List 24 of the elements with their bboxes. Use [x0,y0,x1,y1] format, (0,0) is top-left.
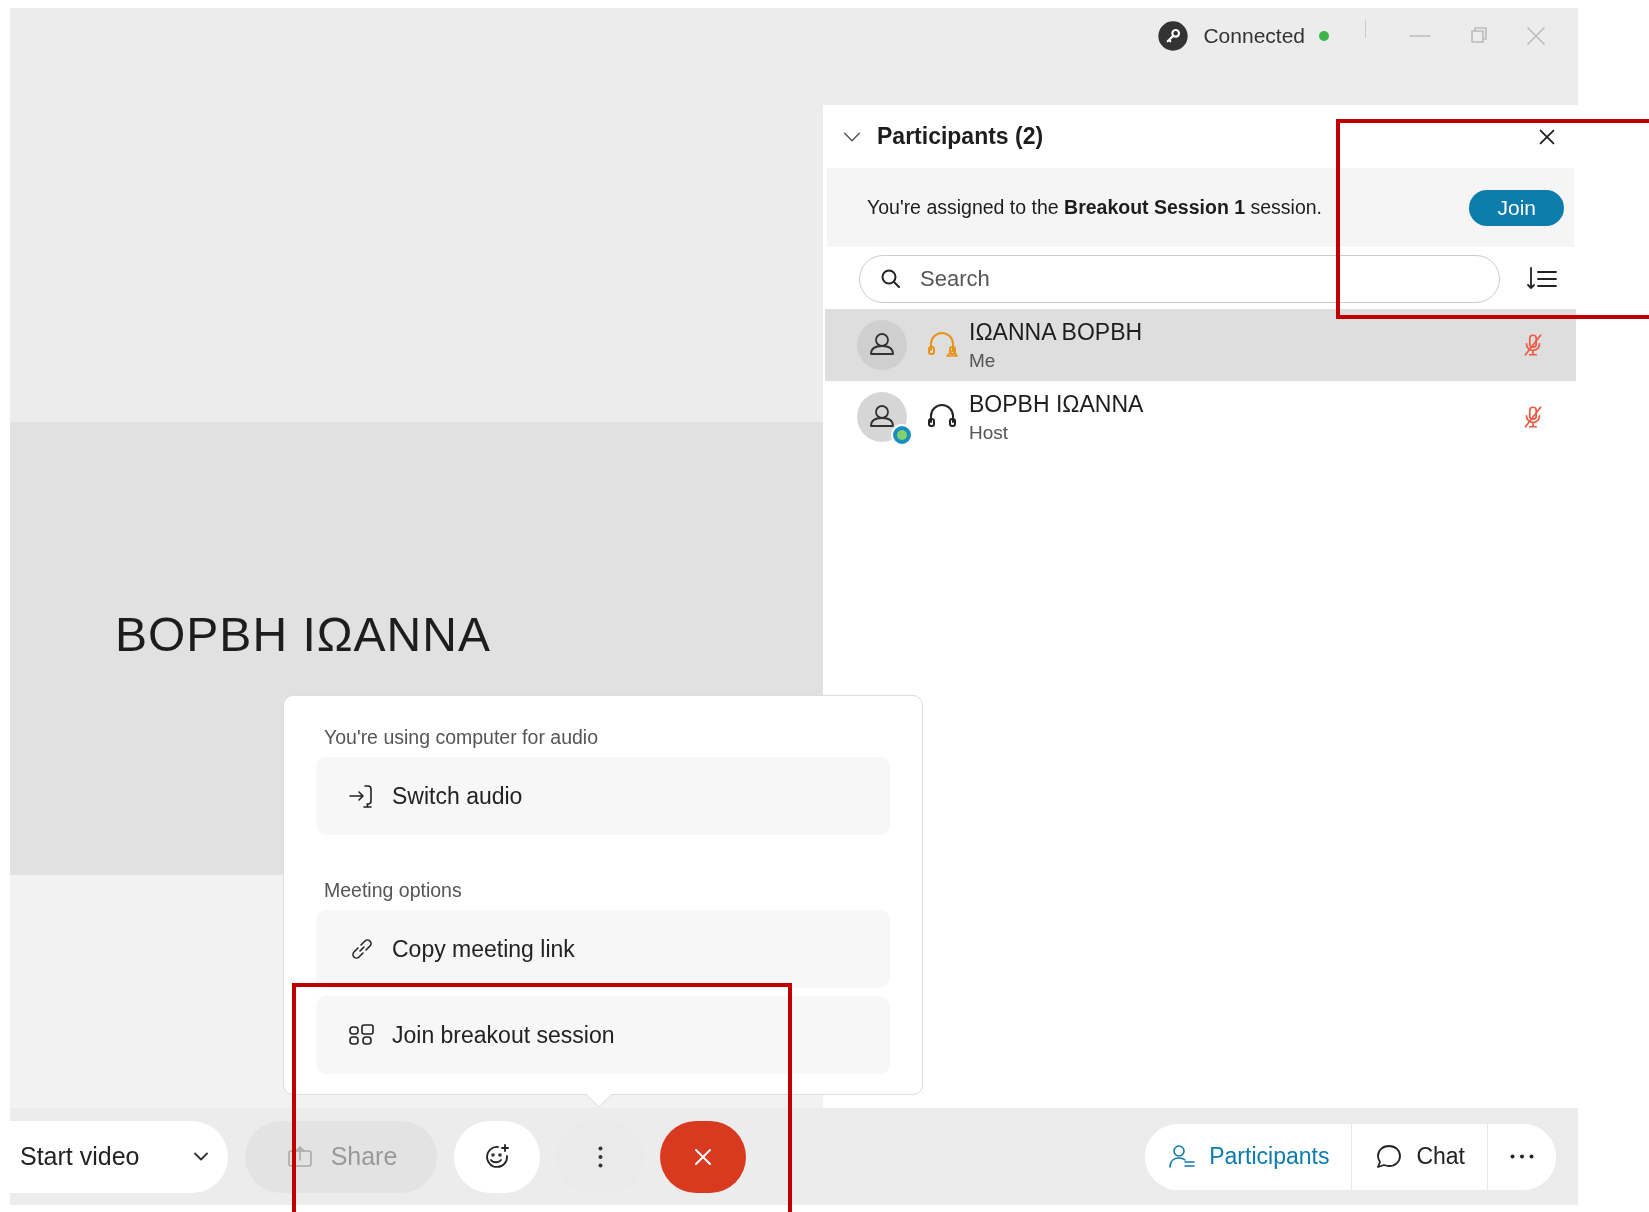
horizontal-dots-icon [1510,1154,1534,1159]
participant-name: BOPBH IΩANNA [115,607,491,662]
connection-status: Connected [1203,24,1305,48]
start-video-button[interactable]: Start video [10,1120,228,1193]
menu-item[interactable]: Switch audio [316,757,890,835]
search-field[interactable]: Search [859,255,1500,303]
menu-heading: You're using computer for audio [324,726,599,749]
join-button[interactable]: Join [1469,189,1564,226]
vertical-dots-icon [597,1145,603,1168]
participant-row[interactable]: IΩANNA BOPBH Me [825,309,1576,381]
panel-title: Participants (2) [877,123,1045,150]
participant-role: Host [969,421,1010,444]
participants-button[interactable]: Participants [1145,1123,1353,1190]
menu-heading: Meeting options [324,879,463,902]
menu-item[interactable]: Copy meeting link [316,910,890,988]
avatar-icon [857,320,907,370]
participant-row[interactable]: BOPBH IΩANNA Host [825,381,1576,453]
menu-item[interactable]: Join breakout session [316,996,890,1074]
participant-role: Me [969,349,997,372]
caret-icon [194,1152,208,1161]
banner-text: You're assigned to the Breakout Session 1 session. [867,196,1323,219]
search-icon [879,267,903,291]
participant-name: IΩANNA BOPBH [969,318,1144,346]
participant-name: BOPBH IΩANNA [969,390,1145,418]
